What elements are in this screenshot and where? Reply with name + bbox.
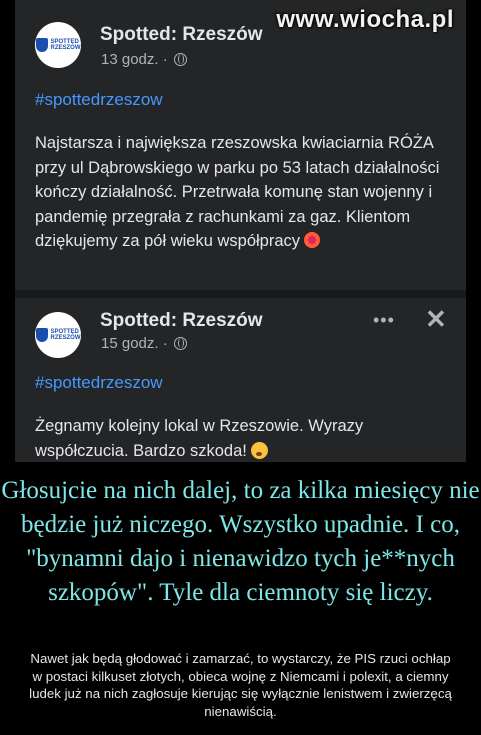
post-1: SPOTTED RZESZÓW Spotted: Rzeszów 13 godz.… (15, 0, 466, 290)
post-text: Żegnamy kolejny lokal w Rzeszowie. Wyraz… (35, 414, 445, 462)
post-text-content: Żegnamy kolejny lokal w Rzeszowie. Wyraz… (35, 417, 364, 460)
facebook-screenshot: SPOTTED RZESZÓW Spotted: Rzeszów 13 godz.… (15, 0, 466, 462)
hibiscus-icon (304, 232, 321, 248)
more-options-icon[interactable]: ••• (373, 310, 395, 331)
globe-icon (173, 337, 187, 350)
post-hashtag[interactable]: #spottedrzeszow (35, 90, 163, 110)
sad-face-icon (250, 441, 268, 459)
page-avatar[interactable]: SPOTTED RZESZÓW (35, 312, 81, 358)
watermark: www.wiocha.pl (276, 6, 454, 33)
post-meta: 15 godz. · (101, 335, 187, 352)
page-avatar[interactable]: SPOTTED RZESZÓW (35, 22, 81, 68)
crest-icon (35, 38, 48, 52)
crest-icon (35, 328, 48, 342)
post-time[interactable]: 15 godz. · (101, 335, 168, 352)
meme-caption: Głosujcie na nich dalej, to za kilka mie… (1, 477, 480, 606)
post-2: SPOTTED RZESZÓW Spotted: Rzeszów 15 godz.… (15, 298, 466, 462)
avatar-logo-text: SPOTTED RZESZÓW (50, 329, 81, 341)
post-time[interactable]: 13 godz. · (101, 51, 168, 68)
globe-icon (173, 53, 187, 66)
meme-subcaption: Nawet jak będą głodować i zamarzać, to w… (29, 651, 452, 719)
post-text: Najstarsza i największa rzeszowska kwiac… (35, 131, 445, 254)
close-icon[interactable]: ✕ (425, 304, 447, 335)
post-author[interactable]: Spotted: Rzeszów (100, 310, 263, 332)
post-separator (15, 290, 466, 298)
post-text-content: Najstarsza i największa rzeszowska kwiac… (35, 134, 440, 250)
post-author[interactable]: Spotted: Rzeszów (100, 24, 263, 46)
post-meta: 13 godz. · (101, 51, 187, 68)
avatar-logo-text: SPOTTED RZESZÓW (50, 39, 81, 51)
post-hashtag[interactable]: #spottedrzeszow (35, 373, 163, 393)
